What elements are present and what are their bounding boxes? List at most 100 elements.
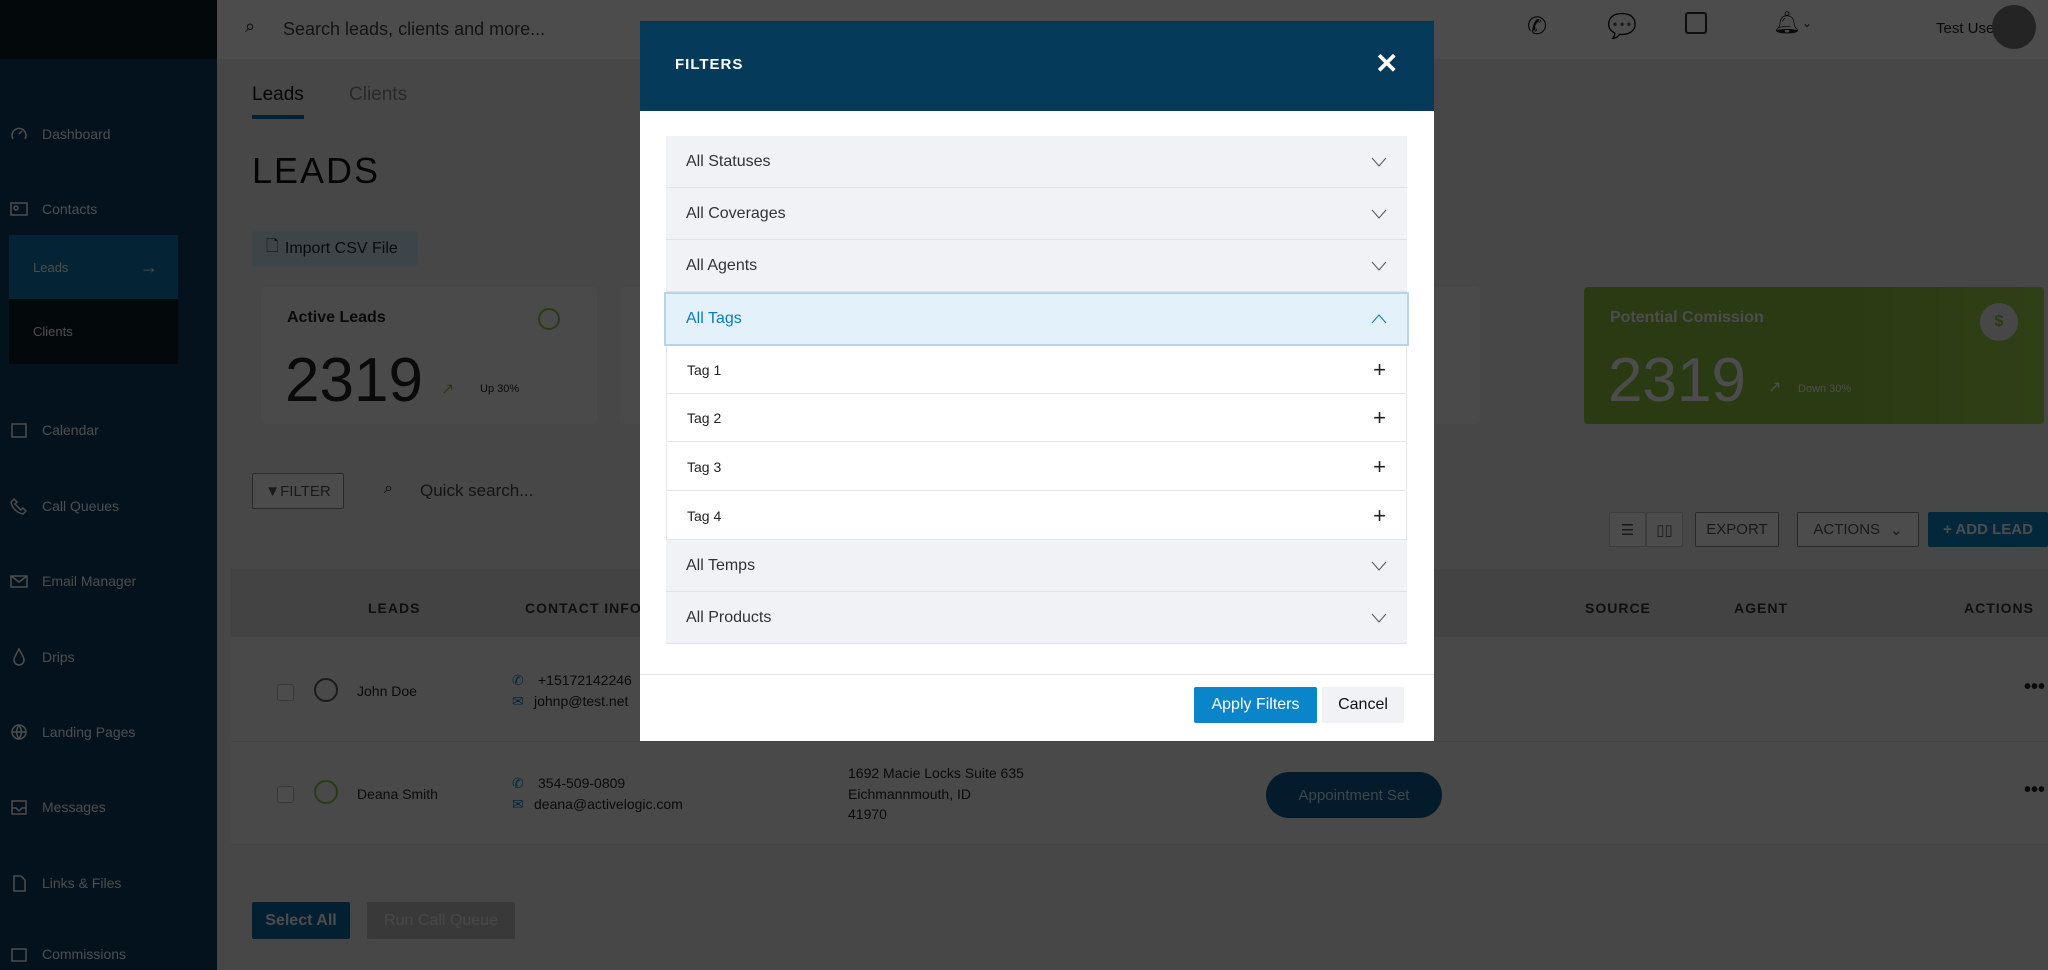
sidebar-item-label: Call Queues — [42, 498, 120, 514]
run-call-queue-button[interactable]: Run Call Queue — [367, 902, 515, 939]
email-icon: ✉ — [512, 693, 524, 709]
plus-icon[interactable]: + — [1373, 503, 1386, 529]
card-title: Potential Comission — [1610, 309, 1764, 326]
lead-phone[interactable]: 354-509-0809 — [538, 775, 625, 791]
calendar-icon[interactable] — [1685, 12, 1707, 34]
lead-phone[interactable]: +15172142246 — [538, 672, 632, 688]
column-header-contact-info: CONTACT INFO — [525, 600, 642, 616]
sidebar-item-commissions[interactable]: Commissions — [10, 945, 126, 963]
tag-option[interactable]: Tag 4 + — [666, 492, 1407, 540]
tag-label: Tag 3 — [687, 458, 722, 475]
avatar[interactable] — [1992, 5, 2036, 49]
sidebar-item-label: Clients — [33, 324, 73, 339]
sad-face-icon — [314, 678, 338, 702]
sidebar-item-links-files[interactable]: Links & Files — [10, 874, 121, 892]
cancel-button[interactable]: Cancel — [1322, 687, 1404, 723]
modal-footer-divider — [640, 674, 1434, 675]
sidebar-item-messages[interactable]: Messages — [10, 798, 106, 816]
smile-icon — [538, 308, 560, 330]
sidebar-item-drips[interactable]: Drips — [10, 648, 75, 666]
lead-email[interactable]: deana@activelogic.com — [534, 796, 683, 812]
filter-button[interactable]: ▼ FILTER — [252, 473, 344, 509]
chevron-down-icon[interactable]: ⌄ — [1802, 16, 1812, 30]
status-badge[interactable]: Appointment Set — [1266, 772, 1442, 818]
sidebar-item-label: Leads — [33, 260, 69, 275]
tag-option[interactable]: Tag 1 + — [666, 346, 1407, 394]
sidebar-item-calendar[interactable]: Calendar — [10, 421, 99, 439]
drop-icon — [13, 648, 25, 666]
sidebar-item-landing-pages[interactable]: Landing Pages — [10, 723, 135, 741]
plus-icon[interactable]: + — [1373, 454, 1386, 480]
lead-name[interactable]: John Doe — [357, 683, 417, 699]
filter-section-statuses[interactable]: All Statuses — [666, 136, 1407, 188]
sidebar-item-label: Dashboard — [42, 126, 111, 142]
tag-option[interactable]: Tag 2 + — [666, 394, 1407, 442]
filter-section-tags[interactable]: All Tags — [664, 292, 1409, 346]
list-view-button[interactable]: ☰ — [1609, 512, 1646, 547]
potential-commission-card: Potential Comission $ 2319 ↗ Down 30% — [1584, 287, 2044, 424]
column-header-leads: LEADS — [368, 600, 421, 616]
row-checkbox[interactable] — [277, 684, 294, 701]
section-label: All Tags — [686, 310, 742, 327]
lead-address-line: 1692 Macie Locks Suite 635 — [848, 765, 1024, 781]
sidebar-item-label: Email Manager — [42, 573, 137, 589]
happy-face-icon — [314, 780, 338, 804]
file-icon: 🗋 — [266, 238, 279, 255]
section-label: All Products — [686, 608, 772, 626]
bell-icon[interactable]: 🔔︎ — [1773, 10, 1801, 36]
close-icon[interactable]: ✕ — [1375, 47, 1398, 80]
sidebar-item-call-queues[interactable]: Call Queues — [10, 497, 119, 515]
grid-view-button[interactable]: ▯▯ — [1646, 512, 1683, 547]
card-value: 2319 — [285, 346, 423, 415]
chevron-down-icon — [1371, 157, 1387, 167]
chat-icon[interactable]: 💬 — [1607, 12, 1637, 41]
page-title: LEADS — [252, 150, 381, 191]
card-title: Active Leads — [287, 309, 386, 326]
card-trend: Down 30% — [1798, 383, 1852, 395]
plus-icon[interactable]: + — [1373, 357, 1386, 383]
more-actions-icon[interactable]: ••• — [2024, 779, 2045, 802]
sidebar-item-email-manager[interactable]: Email Manager — [10, 572, 136, 590]
actions-dropdown[interactable]: ACTIONS ⌄ — [1797, 512, 1919, 547]
export-button[interactable]: EXPORT — [1695, 512, 1779, 547]
sidebar-item-contacts[interactable]: Contacts — [10, 200, 97, 218]
filter-section-products[interactable]: All Products — [666, 592, 1407, 644]
plus-icon[interactable]: + — [1373, 405, 1386, 431]
lead-name[interactable]: Deana Smith — [357, 786, 438, 802]
tab-leads[interactable]: Leads — [252, 84, 304, 106]
wallet-icon — [11, 948, 27, 962]
filter-label: FILTER — [280, 482, 331, 500]
sidebar-subitem-clients[interactable]: Clients — [9, 299, 178, 364]
tag-label: Tag 4 — [687, 507, 722, 524]
trend-up-icon: ↗ — [441, 381, 455, 398]
modal-title: FILTERS — [675, 56, 744, 73]
arrow-right-icon: → — [140, 257, 158, 277]
more-actions-icon[interactable]: ••• — [2024, 676, 2045, 699]
lead-email[interactable]: johnp@test.net — [534, 693, 628, 709]
row-checkbox[interactable] — [277, 786, 294, 803]
tag-option[interactable]: Tag 3 + — [666, 443, 1407, 491]
section-label: All Statuses — [686, 152, 771, 170]
sidebar-subitem-leads[interactable]: Leads → — [9, 235, 178, 300]
filter-section-temps[interactable]: All Temps — [666, 540, 1407, 592]
trend-icon: ↗ — [1768, 379, 1782, 396]
filter-section-coverages[interactable]: All Coverages — [666, 188, 1407, 240]
globe-icon — [11, 724, 27, 740]
apply-filters-button[interactable]: Apply Filters — [1194, 687, 1317, 723]
tab-clients[interactable]: Clients — [349, 84, 407, 106]
select-all-button[interactable]: Select All — [252, 902, 350, 939]
import-csv-button[interactable]: 🗋 Import CSV File — [252, 231, 418, 266]
phone-icon: ✆ — [512, 672, 524, 688]
column-header-source: SOURCE — [1585, 600, 1651, 616]
filter-icon: ▼ — [265, 482, 281, 500]
section-label: All Agents — [686, 256, 758, 274]
logo-area — [0, 0, 217, 59]
filter-section-agents[interactable]: All Agents — [666, 240, 1407, 292]
modal-header: FILTERS ✕ — [640, 21, 1434, 111]
phone-outgoing-icon[interactable]: ✆ — [1527, 12, 1547, 41]
chevron-up-icon — [1371, 314, 1387, 324]
sidebar-item-label: Links & Files — [42, 875, 122, 891]
add-lead-button[interactable]: + ADD LEAD — [1928, 512, 2048, 547]
sidebar-item-dashboard[interactable]: Dashboard — [10, 125, 111, 143]
sidebar-item-label: Commissions — [42, 946, 127, 962]
